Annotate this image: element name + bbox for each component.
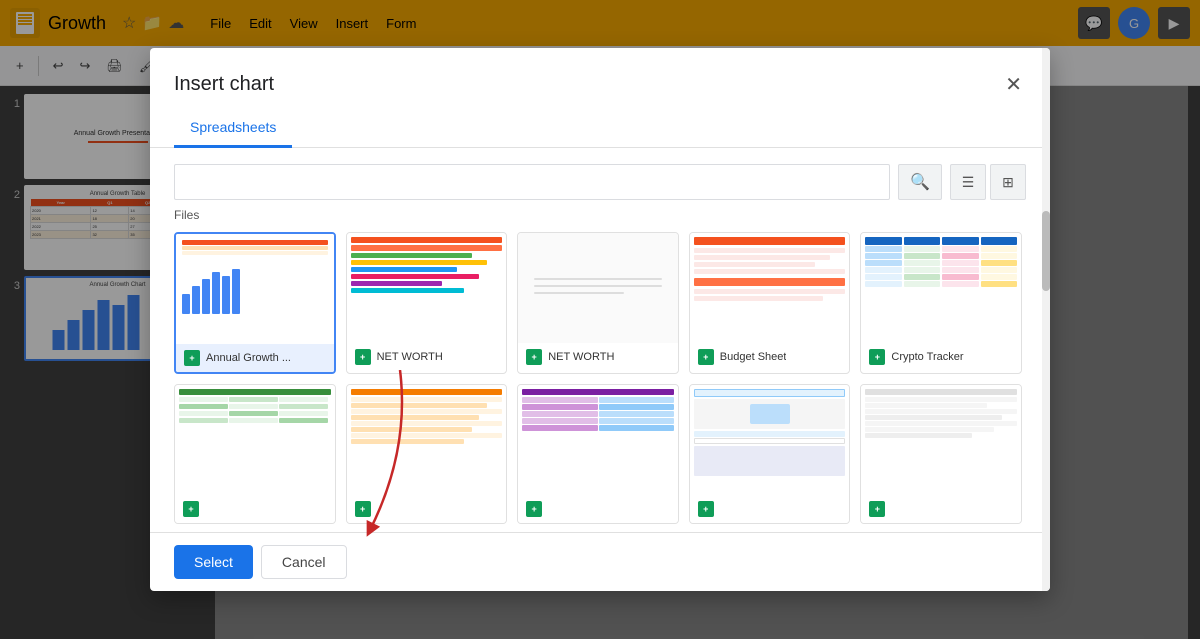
tab-spreadsheets[interactable]: Spreadsheets bbox=[174, 109, 292, 148]
sheets-icon-7: + bbox=[355, 501, 371, 517]
file-thumb-annual-growth bbox=[176, 234, 334, 344]
file-card-annual-growth[interactable]: + Annual Growth ... bbox=[174, 232, 336, 374]
file-name-crypto: Crypto Tracker bbox=[891, 351, 963, 363]
files-section: Files bbox=[150, 208, 1050, 532]
file-thumb-crypto bbox=[861, 233, 1021, 343]
file-footer-orange: + bbox=[347, 495, 507, 523]
file-footer-annual-growth: + Annual Growth ... bbox=[176, 344, 334, 372]
file-card-white[interactable]: + bbox=[860, 384, 1022, 524]
file-footer-white: + bbox=[861, 495, 1021, 523]
file-thumb-green bbox=[175, 385, 335, 495]
modal-title: Insert chart bbox=[174, 73, 274, 96]
modal-header: Insert chart ✕ bbox=[150, 48, 1050, 101]
file-thumb-white bbox=[861, 385, 1021, 495]
file-thumb-orange bbox=[347, 385, 507, 495]
modal-overlay: Insert chart ✕ Spreadsheets 🔍 ☰ ⊞ bbox=[0, 0, 1200, 639]
file-card-crypto[interactable]: + Crypto Tracker bbox=[860, 232, 1022, 374]
sheets-icon-8: + bbox=[526, 501, 542, 517]
list-view-button[interactable]: ⊞ bbox=[990, 164, 1026, 200]
file-card-orange[interactable]: + bbox=[346, 384, 508, 524]
file-name-net-worth-2: NET WORTH bbox=[548, 351, 614, 363]
search-input[interactable] bbox=[174, 164, 890, 200]
modal-scrollbar-thumb[interactable] bbox=[1042, 211, 1050, 291]
files-label: Files bbox=[174, 208, 1026, 222]
file-footer-purple: + bbox=[518, 495, 678, 523]
file-card-green[interactable]: + bbox=[174, 384, 336, 524]
file-card-blue[interactable]: + bbox=[689, 384, 851, 524]
file-name-budget: Budget Sheet bbox=[720, 351, 787, 363]
modal-search: 🔍 ☰ ⊞ bbox=[150, 148, 1050, 208]
search-button[interactable]: 🔍 bbox=[898, 164, 942, 200]
sheets-icon-9: + bbox=[698, 501, 714, 517]
grid-view-button[interactable]: ☰ bbox=[950, 164, 986, 200]
file-name-net-worth-1: NET WORTH bbox=[377, 351, 443, 363]
file-thumb-budget bbox=[690, 233, 850, 343]
modal-scrollbar[interactable] bbox=[1042, 48, 1050, 591]
file-card-purple[interactable]: + bbox=[517, 384, 679, 524]
modal-tabs: Spreadsheets bbox=[150, 109, 1050, 148]
file-thumb-purple bbox=[518, 385, 678, 495]
file-footer-blue: + bbox=[690, 495, 850, 523]
file-thumb-net-worth-2 bbox=[518, 233, 678, 343]
view-buttons: ☰ ⊞ bbox=[950, 164, 1026, 200]
cancel-button[interactable]: Cancel bbox=[261, 545, 347, 579]
files-grid: + Annual Growth ... bbox=[174, 232, 1026, 524]
file-thumb-net-worth-1 bbox=[347, 233, 507, 343]
file-name-annual-growth: Annual Growth ... bbox=[206, 352, 291, 364]
file-footer-net-worth-2: + NET WORTH bbox=[518, 343, 678, 371]
file-card-net-worth-1[interactable]: + NET WORTH bbox=[346, 232, 508, 374]
sheets-icon-5: + bbox=[869, 349, 885, 365]
sheets-icon-6: + bbox=[183, 501, 199, 517]
sheets-icon-4: + bbox=[698, 349, 714, 365]
file-footer-green: + bbox=[175, 495, 335, 523]
file-footer-budget: + Budget Sheet bbox=[690, 343, 850, 371]
file-thumb-blue bbox=[690, 385, 850, 495]
modal-close-button[interactable]: ✕ bbox=[1001, 68, 1026, 101]
select-button[interactable]: Select bbox=[174, 545, 253, 579]
sheets-icon-2: + bbox=[355, 349, 371, 365]
modal-footer: Select Cancel bbox=[150, 532, 1050, 591]
sheets-icon-3: + bbox=[526, 349, 542, 365]
file-footer-net-worth-1: + NET WORTH bbox=[347, 343, 507, 371]
sheets-icon-1: + bbox=[184, 350, 200, 366]
file-card-net-worth-2[interactable]: + NET WORTH bbox=[517, 232, 679, 374]
file-card-budget[interactable]: + Budget Sheet bbox=[689, 232, 851, 374]
sheets-icon-10: + bbox=[869, 501, 885, 517]
file-footer-crypto: + Crypto Tracker bbox=[861, 343, 1021, 371]
insert-chart-modal: Insert chart ✕ Spreadsheets 🔍 ☰ ⊞ bbox=[150, 48, 1050, 591]
search-icon: 🔍 bbox=[910, 172, 930, 192]
